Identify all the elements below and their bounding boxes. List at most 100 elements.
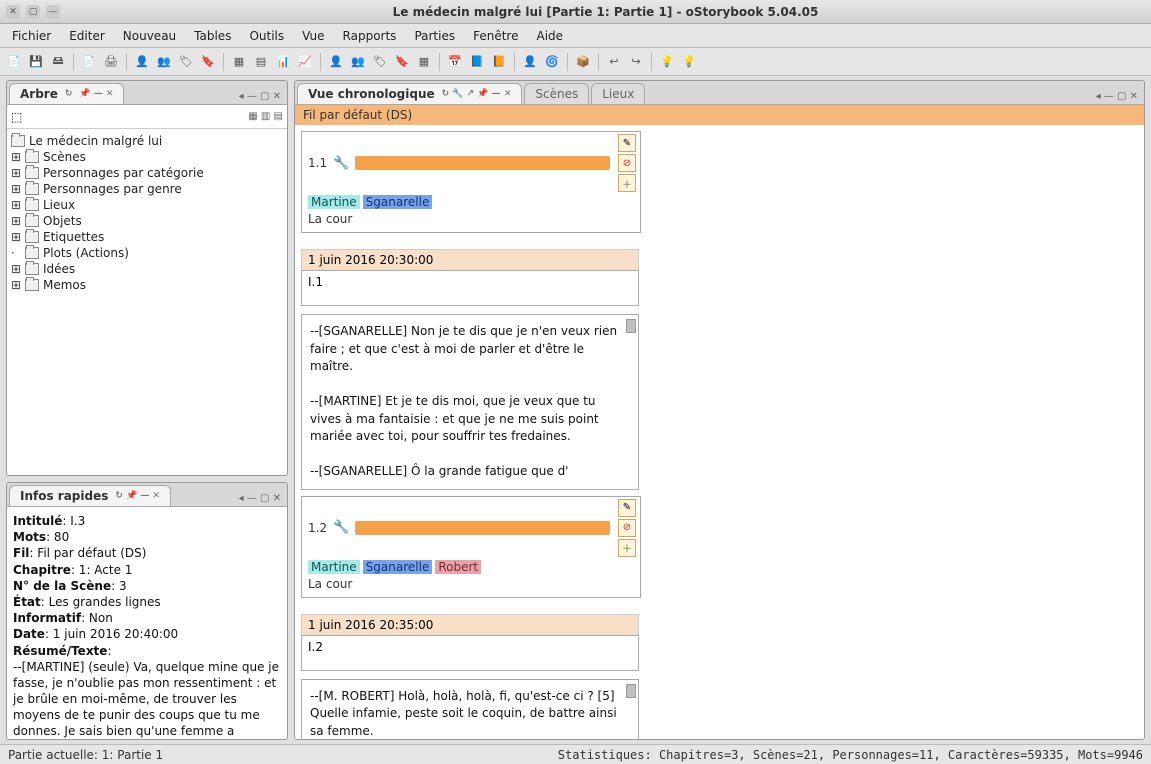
toolbar-button[interactable]: 📊 <box>273 52 293 72</box>
scrollbar-thumb[interactable] <box>626 319 636 333</box>
toolbar-button[interactable]: 💾 <box>26 52 46 72</box>
delete-icon[interactable]: ⊘ <box>618 519 636 537</box>
menu-outils[interactable]: Outils <box>241 27 292 45</box>
scene-title-box[interactable]: I.2 <box>301 635 639 671</box>
toolbar-button[interactable]: ↪ <box>626 52 646 72</box>
panel-controls[interactable]: ◂ — ▢ ✕ <box>233 491 287 506</box>
scene-title-box[interactable]: I.1 <box>301 270 639 306</box>
toolbar-button[interactable]: 👤 <box>326 52 346 72</box>
tab-chrono[interactable]: Vue chronologique↻ 🔧 ↗ 📌 — ✕ <box>297 83 522 104</box>
expand-icon[interactable]: ⊞ <box>11 214 21 228</box>
menu-rapports[interactable]: Rapports <box>335 27 405 45</box>
toolbar-button[interactable]: 👤 <box>520 52 540 72</box>
expand-icon[interactable]: ⊞ <box>11 278 21 292</box>
edit-icon[interactable]: ✎ <box>618 134 636 152</box>
toolbar-button[interactable]: ▦ <box>229 52 249 72</box>
infos-body: Intitulé: I.3 Mots: 80 Fil: Fil par défa… <box>7 507 287 739</box>
expand-icon[interactable]: ⊞ <box>11 262 21 276</box>
toolbar-button[interactable]: ▤ <box>251 52 271 72</box>
menu-editer[interactable]: Editer <box>61 27 113 45</box>
tree-node[interactable]: ⊞Objets <box>9 213 285 229</box>
pin-icon[interactable]: 📌 — ✕ <box>79 89 113 99</box>
tree-node[interactable]: ·Plots (Actions) <box>9 245 285 261</box>
toolbar-button[interactable]: 📈 <box>295 52 315 72</box>
delete-icon[interactable]: ⊘ <box>618 154 636 172</box>
edit-icon[interactable]: ✎ <box>618 499 636 517</box>
char-sganarelle[interactable]: Sganarelle <box>363 560 433 574</box>
toolbar-button[interactable]: 🏷 <box>176 52 196 72</box>
menu-fenetre[interactable]: Fenêtre <box>465 27 526 45</box>
toolbar-button[interactable]: ↩ <box>604 52 624 72</box>
toolbar-button[interactable]: 👤 <box>132 52 152 72</box>
menu-tables[interactable]: Tables <box>186 27 239 45</box>
expand-icon[interactable]: ⊞ <box>11 198 21 212</box>
refresh-icon[interactable]: ↻ 📌 — ✕ <box>115 491 160 501</box>
tree-view[interactable]: Le médecin malgré lui ⊞Scènes⊞Personnage… <box>7 129 287 475</box>
toolbar-button[interactable]: 📄 <box>79 52 99 72</box>
tab-arbre[interactable]: Arbre↻📌 — ✕ <box>9 83 124 104</box>
menu-aide[interactable]: Aide <box>528 27 571 45</box>
toolbar-button[interactable]: 📘 <box>467 52 487 72</box>
toolbar-button[interactable]: 💡 <box>657 52 677 72</box>
tree-view-icons[interactable]: ▦ ▥ ▤ <box>248 111 283 122</box>
tree-node-label: Memos <box>43 278 86 292</box>
toolbar-button[interactable]: 🏷 <box>370 52 390 72</box>
refresh-icon[interactable]: ↻ <box>65 89 73 99</box>
tree-mode-icon[interactable]: ⬚ <box>11 110 22 124</box>
tree-node[interactable]: ⊞Etiquettes <box>9 229 285 245</box>
chrono-tab-icons[interactable]: ↻ 🔧 ↗ 📌 — ✕ <box>442 89 512 99</box>
toolbar-button[interactable]: 🖴 <box>48 52 68 72</box>
scene-date: 1 juin 2016 20:30:00 <box>301 249 639 270</box>
tree-root[interactable]: Le médecin malgré lui <box>9 133 285 149</box>
toolbar-button[interactable]: 📄 <box>4 52 24 72</box>
toolbar-button[interactable]: 🖨 <box>101 52 121 72</box>
char-robert[interactable]: Robert <box>435 560 481 574</box>
maximize-icon[interactable]: ▢ <box>26 5 40 19</box>
scene-text-box[interactable]: --[SGANARELLE] Non je te dis que je n'en… <box>301 314 639 490</box>
panel-controls[interactable]: ◂ — ▢ ✕ <box>233 89 287 104</box>
toolbar-button[interactable]: ▦ <box>414 52 434 72</box>
toolbar-button[interactable]: 👥 <box>348 52 368 72</box>
toolbar-button[interactable]: 📦 <box>573 52 593 72</box>
toolbar-button[interactable]: 📙 <box>489 52 509 72</box>
toolbar-button[interactable]: 💡 <box>679 52 699 72</box>
add-icon[interactable]: ＋ <box>618 539 636 557</box>
tab-infos[interactable]: Infos rapides↻ 📌 — ✕ <box>9 485 171 506</box>
tree-node[interactable]: ⊞ Memos <box>9 277 285 293</box>
menu-fichier[interactable]: Fichier <box>4 27 59 45</box>
tree-node-label: Scènes <box>43 150 86 164</box>
label: N° de la Scène <box>13 579 111 593</box>
menu-parties[interactable]: Parties <box>406 27 463 45</box>
toolbar-button[interactable]: 👥 <box>154 52 174 72</box>
toolbar-button[interactable]: 🌀 <box>542 52 562 72</box>
tree-node[interactable]: ⊞Personnages par genre <box>9 181 285 197</box>
toolbar-button[interactable]: 📅 <box>445 52 465 72</box>
scene-text: --[M. ROBERT] Holà, holà, holà, fi, qu'e… <box>310 689 620 738</box>
tree-node[interactable]: ⊞Idées <box>9 261 285 277</box>
tab-scenes[interactable]: Scènes <box>524 83 589 104</box>
toolbar-button[interactable]: 🔖 <box>198 52 218 72</box>
wrench-icon[interactable]: 🔧 <box>333 520 349 535</box>
char-martine[interactable]: Martine <box>308 560 360 574</box>
panel-controls[interactable]: ◂ — ▢ ✕ <box>1090 89 1144 104</box>
menu-nouveau[interactable]: Nouveau <box>115 27 184 45</box>
add-icon[interactable]: ＋ <box>618 174 636 192</box>
tree-node[interactable]: ⊞Personnages par catégorie <box>9 165 285 181</box>
expand-icon[interactable]: ⊞ <box>11 150 21 164</box>
scrollbar-thumb[interactable] <box>626 684 636 698</box>
tree-node[interactable]: ⊞ Scènes <box>9 149 285 165</box>
close-icon[interactable]: ✕ <box>6 5 20 19</box>
expand-icon[interactable]: ⊞ <box>11 166 21 180</box>
toolbar-button[interactable]: 🔖 <box>392 52 412 72</box>
char-sganarelle[interactable]: Sganarelle <box>363 195 433 209</box>
chrono-body[interactable]: Fil par défaut (DS) 1.1 🔧 ✎ ⊘ ＋ <box>295 105 1144 739</box>
wrench-icon[interactable]: 🔧 <box>333 156 349 171</box>
menu-vue[interactable]: Vue <box>294 27 332 45</box>
tree-node[interactable]: ⊞Lieux <box>9 197 285 213</box>
expand-icon[interactable]: ⊞ <box>11 182 21 196</box>
char-martine[interactable]: Martine <box>308 195 360 209</box>
tab-lieux[interactable]: Lieux <box>591 83 645 104</box>
expand-icon[interactable]: ⊞ <box>11 230 21 244</box>
minimize-icon[interactable]: — <box>46 5 60 19</box>
scene-text-box[interactable]: --[M. ROBERT] Holà, holà, holà, fi, qu'e… <box>301 679 639 739</box>
